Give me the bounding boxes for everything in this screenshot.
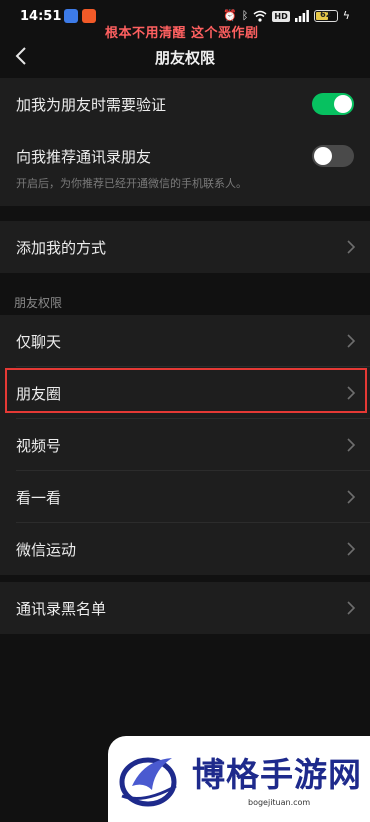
chevron-right-icon [347,386,356,400]
watermark-subtitle: bogejituan.com [248,798,311,807]
recommend-contacts-toggle[interactable] [312,145,354,167]
status-time: 14:51 [20,9,62,24]
toggle-knob [334,95,352,113]
blacklist-label: 通讯录黑名单 [16,599,107,618]
alarm-icon: ⏰ [223,9,237,22]
app-notification-icon [82,9,96,23]
recommend-contacts-hint: 开启后，为你推荐已经开通微信的手机联系人。 [16,177,247,190]
friend-permissions-section: 仅聊天 朋友圈 视频号 看一看 微信运动 [0,315,370,575]
add-methods-label: 添加我的方式 [16,238,107,257]
verify-on-add-row: 加我为朋友时需要验证 [0,78,370,130]
top-stories-row[interactable]: 看一看 [0,471,370,523]
battery-level: 62 [320,10,332,19]
page-title: 朋友权限 [154,49,215,67]
bluetooth-icon: ᛒ [241,9,249,22]
chevron-right-icon [347,438,356,452]
chevron-right-icon [347,240,356,254]
wifi-icon [253,10,267,22]
app-notification-icon [64,9,78,23]
add-methods-row[interactable]: 添加我的方式 [0,221,370,273]
add-methods-section: 添加我的方式 [0,221,370,273]
watermark-logo-icon [119,757,177,807]
watermark-title: 博格手游网 [192,755,362,794]
signal-icon [294,10,309,22]
channels-row[interactable]: 视频号 [0,419,370,471]
site-watermark: 博格手游网 bogejituan.com [108,736,370,822]
blacklist-section: 通讯录黑名单 [0,582,370,634]
top-stories-label: 看一看 [16,488,62,507]
chevron-right-icon [347,601,356,615]
nav-bar: 朋友权限 [0,36,370,76]
chevron-right-icon [347,542,356,556]
chat-only-row[interactable]: 仅聊天 [0,315,370,367]
verify-on-add-label: 加我为朋友时需要验证 [16,95,167,114]
chat-only-label: 仅聊天 [16,332,62,351]
toggle-knob [314,147,332,165]
wechat-sports-label: 微信运动 [16,540,77,559]
chevron-right-icon [347,334,356,348]
blacklist-row[interactable]: 通讯录黑名单 [0,582,370,634]
verify-on-add-toggle[interactable] [312,93,354,115]
chevron-right-icon [347,490,356,504]
battery-icon: 62 [313,10,338,22]
charging-icon: ϟ [342,9,350,22]
moments-row[interactable]: 朋友圈 [0,367,370,419]
hd-badge: HD [272,10,290,22]
channels-label: 视频号 [16,436,62,455]
recommend-contacts-label: 向我推荐通讯录朋友 [16,147,152,166]
moments-label: 朋友圈 [16,384,62,403]
wechat-sports-row[interactable]: 微信运动 [0,523,370,575]
friend-permissions-header: 朋友权限 [14,296,63,310]
